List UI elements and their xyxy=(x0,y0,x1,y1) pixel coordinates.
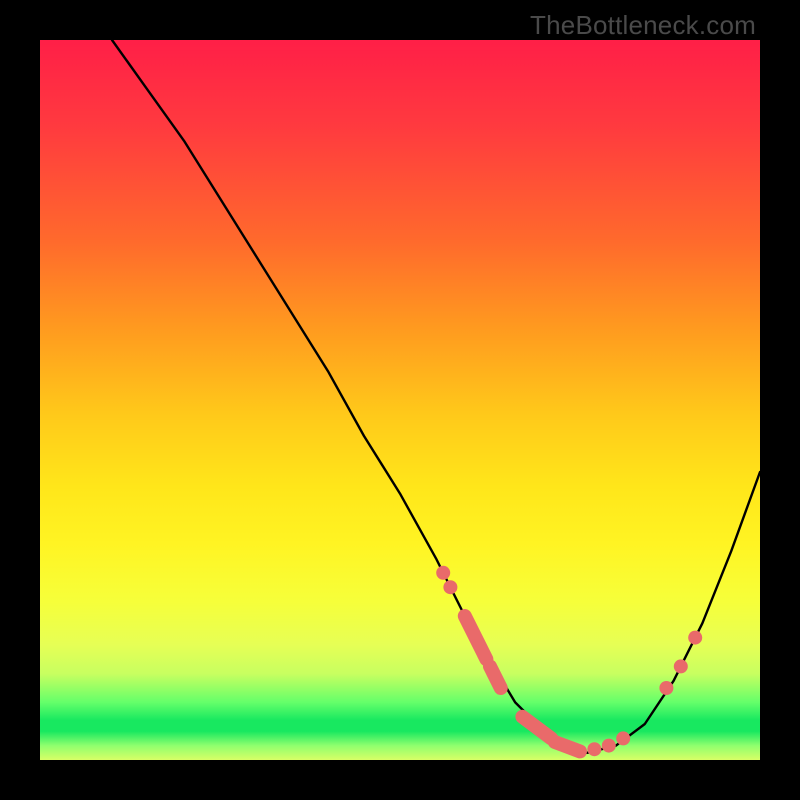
valley-dot-2 xyxy=(602,739,616,753)
right-dot-2 xyxy=(674,659,688,673)
valley-segment-2 xyxy=(555,742,580,751)
chart-overlay-svg xyxy=(40,40,760,760)
marker-layer xyxy=(436,566,702,756)
valley-segment-1 xyxy=(522,717,551,739)
left-cluster-dot-2 xyxy=(443,580,457,594)
left-cluster-dot-1 xyxy=(436,566,450,580)
right-dot-3 xyxy=(688,631,702,645)
valley-dot-3 xyxy=(616,731,630,745)
right-dot-1 xyxy=(659,681,673,695)
left-cluster-segment-1 xyxy=(465,616,487,659)
valley-dot-1 xyxy=(587,742,601,756)
watermark-text: TheBottleneck.com xyxy=(530,10,756,41)
bottleneck-curve-line xyxy=(112,40,760,753)
left-cluster-segment-2 xyxy=(490,666,501,688)
